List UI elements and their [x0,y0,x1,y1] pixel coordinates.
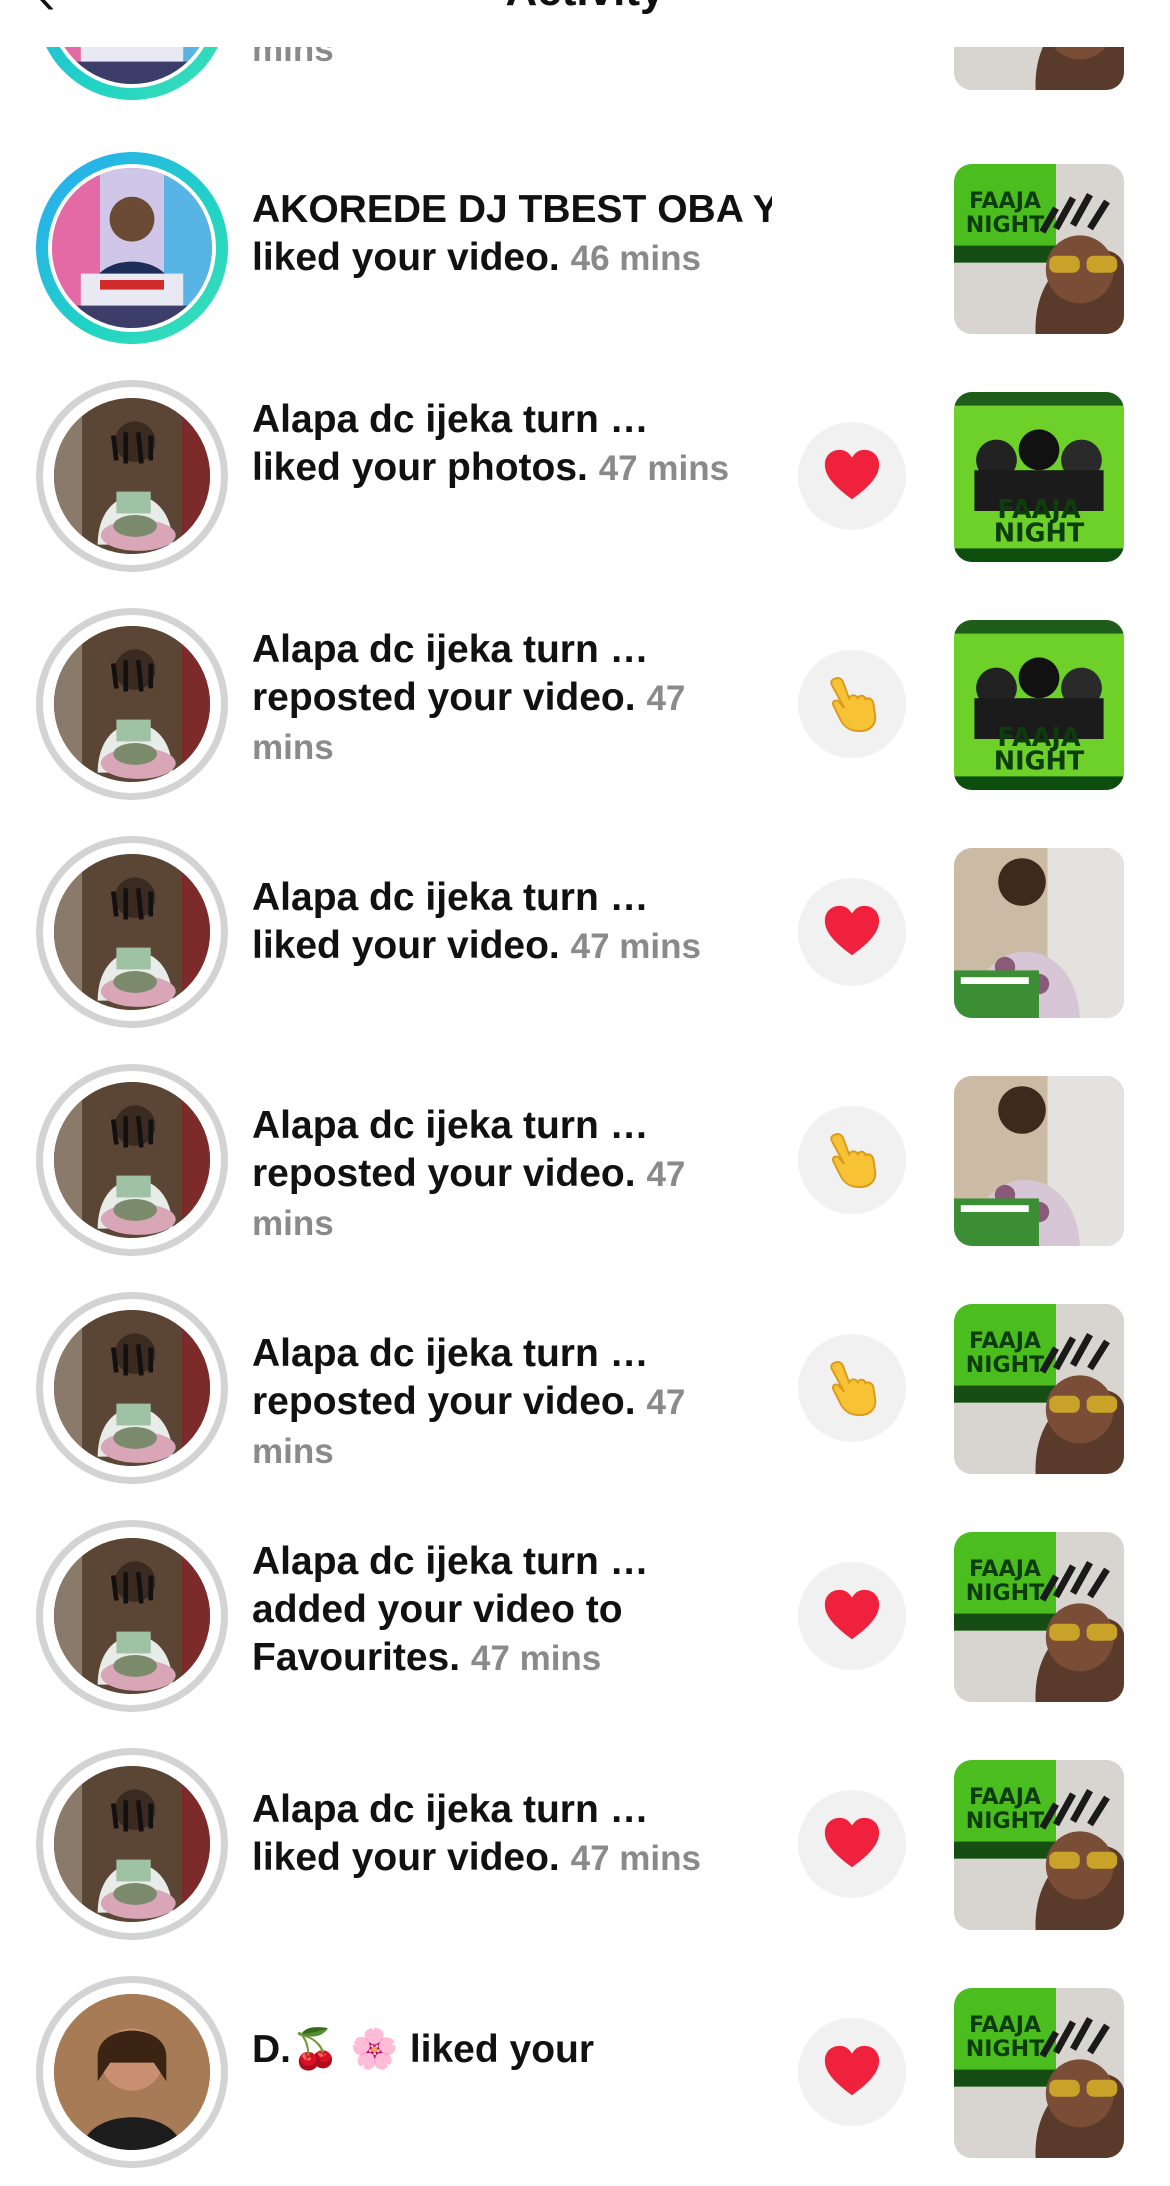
avatar[interactable] [36,1748,228,1940]
avatar-image [54,398,210,554]
timestamp: 47 mins [570,927,701,966]
video-thumbnail[interactable]: FAAJANIGHT [954,392,1124,562]
timestamp: 47 mins [598,449,730,488]
svg-text:NIGHT: NIGHT [966,2036,1044,2062]
activity-text[interactable]: Alapa dc ijeka turn … liked your photos. … [252,396,752,493]
heart-icon [798,2018,906,2126]
avatar[interactable] [36,1520,228,1712]
user-name[interactable]: Alapa dc ijeka turn … [252,1538,752,1586]
avatar[interactable] [36,380,228,572]
video-thumbnail[interactable] [954,848,1124,1018]
heart-icon [798,1562,906,1670]
action-text: liked your [409,2028,595,2071]
avatar-image [54,854,210,1010]
activity-text[interactable]: AKOREDE DJ TBEST OBA YOY…liked your vide… [252,186,772,283]
svg-text:FAAJA: FAAJA [969,188,1041,214]
heart-icon [798,878,906,986]
svg-text:NIGHT: NIGHT [966,1580,1044,1606]
timestamp: 47 mins [570,1839,701,1878]
user-name[interactable]: Alapa dc ijeka turn … [252,1330,752,1378]
avatar[interactable] [36,1292,228,1484]
activity-row[interactable]: Alapa dc ijeka turn … reposted your video… [0,1046,1170,1274]
user-name[interactable]: Alapa dc ijeka turn … [252,1786,752,1834]
action-text: liked your video. [252,236,560,279]
avatar-image [54,1538,210,1694]
video-thumbnail[interactable]: FAAJANIGHT [954,164,1124,334]
avatar-image [54,1766,210,1922]
activity-row[interactable]: AKOREDE DJ TBEST OBA YOY…liked your vide… [0,134,1170,362]
hand-pointing-icon [798,1334,906,1442]
action-text: liked your video. [252,1836,560,1879]
activity-text[interactable]: Alapa dc ijeka turn … reposted your video… [252,626,752,772]
avatar-image [48,164,216,332]
video-thumbnail[interactable]: FAAJANIGHT [954,1760,1124,1930]
avatar-image [54,1310,210,1466]
activity-row[interactable]: Alapa dc ijeka turn … reposted your video… [0,590,1170,818]
video-thumbnail[interactable] [954,1076,1124,1246]
hand-pointing-icon [798,1106,906,1214]
svg-text:FAAJA: FAAJA [969,1784,1041,1810]
action-text: reposted your video. [252,1152,636,1195]
svg-text:NIGHT: NIGHT [966,1352,1044,1378]
activity-row[interactable]: Alapa dc ijeka turn … reposted your video… [0,1274,1170,1502]
heart-icon [798,1790,906,1898]
timestamp: 47 mins [470,1639,602,1678]
page-title: Activity [0,0,1170,16]
avatar[interactable] [36,1976,228,2168]
hand-pointing-icon [798,650,906,758]
activity-row[interactable]: Alapa dc ijeka turn … added your video to… [0,1502,1170,1730]
avatar-image [54,1082,210,1238]
activity-text[interactable]: D.🍒 🌸 liked your [252,2026,772,2074]
heart-icon [798,422,906,530]
activity-text[interactable]: Alapa dc ijeka turn … reposted your video… [252,1330,752,1476]
user-name[interactable]: Alapa dc ijeka turn … [252,874,752,922]
top-bar: ‹ Activity [0,0,1170,47]
video-thumbnail[interactable]: FAAJANIGHT [954,1304,1124,1474]
user-name[interactable]: Alapa dc ijeka turn … [252,1102,752,1150]
activity-row[interactable]: Alapa dc ijeka turn … liked your photos. … [0,362,1170,590]
svg-text:FAAJA: FAAJA [969,2012,1041,2038]
user-name[interactable]: Alapa dc ijeka turn … [252,396,752,444]
avatar[interactable] [36,608,228,800]
svg-text:FAAJA: FAAJA [969,1556,1041,1582]
action-text: liked your video. [252,924,560,967]
svg-text:NIGHT: NIGHT [994,519,1085,549]
activity-text[interactable]: Alapa dc ijeka turn … added your video to… [252,1538,752,1683]
action-text: reposted your video. [252,676,636,719]
svg-text:NIGHT: NIGHT [966,212,1044,238]
activity-row[interactable]: Alapa dc ijeka turn … liked your video. 4… [0,818,1170,1046]
video-thumbnail[interactable]: FAAJANIGHT [954,1532,1124,1702]
avatar[interactable] [36,1064,228,1256]
action-text: reposted your video. [252,1380,636,1423]
avatar[interactable] [36,836,228,1028]
activity-row[interactable]: Alapa dc ijeka turn … liked your video. 4… [0,1730,1170,1958]
svg-text:FAAJA: FAAJA [969,1328,1041,1354]
activity-row[interactable]: D.🍒 🌸 liked your FAAJA NIGHT [0,1958,1170,2186]
user-name[interactable]: Alapa dc ijeka turn … [252,626,752,674]
avatar-image [54,1994,210,2150]
user-name[interactable]: D.🍒 🌸 [252,2028,399,2071]
activity-text[interactable]: Alapa dc ijeka turn … reposted your video… [252,1102,752,1248]
svg-text:NIGHT: NIGHT [994,747,1085,777]
activity-text[interactable]: Alapa dc ijeka turn … liked your video. 4… [252,1786,752,1883]
avatar-image [54,626,210,782]
activity-text[interactable]: Alapa dc ijeka turn … liked your video. 4… [252,874,752,971]
video-thumbnail[interactable]: FAAJANIGHT [954,1988,1124,2158]
svg-text:NIGHT: NIGHT [966,1808,1044,1834]
user-name[interactable]: AKOREDE DJ TBEST OBA YOY… [252,186,772,234]
timestamp: 46 mins [570,239,701,278]
avatar[interactable] [36,152,228,344]
video-thumbnail[interactable]: FAAJANIGHT [954,620,1124,790]
action-text: liked your photos. [252,446,588,489]
